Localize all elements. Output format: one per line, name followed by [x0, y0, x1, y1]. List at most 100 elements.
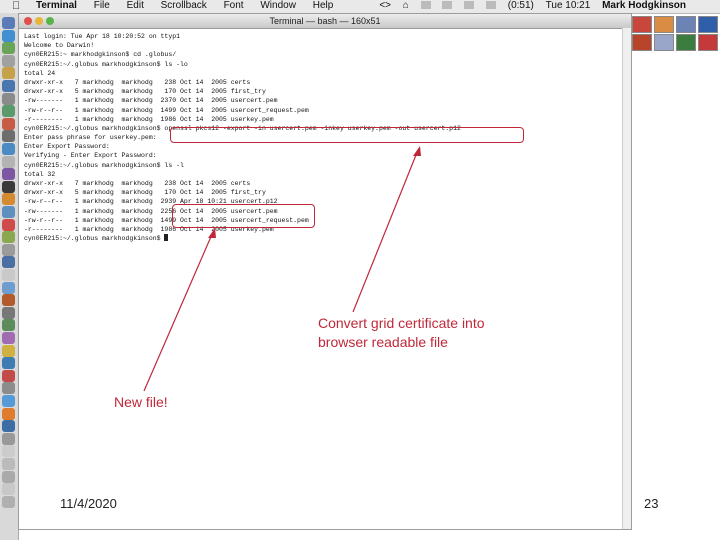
terminal-line: drwxr-xr-x 7 markhodg markhodg 238 Oct 1… [24, 78, 251, 86]
terminal-line: total 32 [24, 170, 56, 178]
dock-app-icon[interactable] [2, 357, 15, 370]
thumbnail-1[interactable] [632, 16, 652, 33]
dock-app-icon[interactable] [2, 294, 15, 307]
dock-app-icon[interactable] [2, 432, 15, 445]
menu-file[interactable]: File [94, 0, 110, 11]
dock-app-icon[interactable] [2, 105, 15, 118]
dock-app-icon[interactable] [2, 243, 15, 256]
terminal-line: Welcome to Darwin! [24, 42, 95, 50]
terminal-line: cyn0ER215:~/.globus markhodgkinson$ [24, 234, 631, 243]
dock-app-icon[interactable] [2, 92, 15, 105]
desktop-thumbnails [632, 14, 720, 54]
dock-app-icon[interactable] [2, 407, 15, 420]
new-file-highlight [172, 204, 315, 228]
terminal-line: cyn0ER215:~/.globus markhodgkinson$ ls -… [24, 161, 184, 169]
zoom-window-button[interactable] [46, 17, 54, 25]
new-file-note: New file! [114, 394, 168, 410]
terminal-line: -rw-r--r-- 1 markhodg markhodg 2939 Apr … [24, 198, 278, 206]
dock-app-icon[interactable] [2, 281, 15, 294]
home-menu-icon[interactable]: ⌂ [403, 0, 409, 11]
volume-icon[interactable] [485, 1, 496, 10]
dock-app-icon[interactable] [2, 306, 15, 319]
dock-app-icon[interactable] [2, 483, 15, 496]
user-menu[interactable]: Mark Hodgkinson [602, 0, 686, 11]
dock-app-icon[interactable] [2, 445, 15, 458]
dock [0, 13, 19, 540]
menu-window[interactable]: Window [260, 0, 296, 11]
apple-menu-icon[interactable]:  [12, 0, 20, 12]
terminal-line: -r-------- 1 markhodg markhodg 1986 Oct … [24, 225, 274, 233]
dock-app-icon[interactable] [2, 168, 15, 181]
dock-app-icon[interactable] [2, 269, 15, 281]
dock-app-icon[interactable] [2, 319, 15, 332]
menu-terminal[interactable]: Terminal [36, 0, 77, 11]
thumbnail-8[interactable] [698, 34, 718, 51]
menu-help[interactable]: Help [313, 0, 334, 11]
menu-scrollback[interactable]: Scrollback [161, 0, 207, 11]
terminal-line: drwxr-xr-x 5 markhodg markhodg 170 Oct 1… [24, 88, 266, 96]
terminal-line: -rw-r--r-- 1 markhodg markhodg 1499 Oct … [24, 106, 309, 114]
dock-app-icon[interactable] [2, 17, 15, 29]
terminal-line: -r-------- 1 markhodg markhodg 1986 Oct … [24, 115, 274, 123]
dock-app-icon[interactable] [2, 143, 15, 155]
dock-app-icon[interactable] [2, 382, 15, 395]
thumbnail-6[interactable] [654, 34, 674, 51]
dock-app-icon[interactable] [2, 458, 15, 470]
dock-app-icon[interactable] [2, 180, 15, 193]
script-menu-icon[interactable]: <> [379, 0, 391, 11]
dock-app-icon[interactable] [2, 218, 15, 231]
terminal-line: -rw------- 1 markhodg markhodg 2370 Oct … [24, 97, 278, 105]
terminal-line: Enter Export Password: [24, 143, 110, 151]
terminal-line: drwxr-xr-x 7 markhodg markhodg 238 Oct 1… [24, 180, 251, 187]
dock-app-icon[interactable] [2, 80, 15, 92]
dock-app-icon[interactable] [2, 54, 15, 67]
terminal-line: cyn0ER215:~/.globus markhodgkinson$ ls -… [24, 60, 188, 68]
dock-app-icon[interactable] [2, 67, 15, 80]
dock-app-icon[interactable] [2, 369, 15, 382]
thumbnail-3[interactable] [676, 16, 696, 33]
menu-bar:  Terminal File Edit Scrollback Font Win… [0, 0, 720, 14]
terminal-line: total 24 [24, 69, 56, 77]
terminal-scrollbar[interactable] [622, 28, 631, 529]
terminal-window: Terminal — bash — 160x51 Last login: Tue… [18, 13, 632, 530]
close-window-button[interactable] [24, 17, 32, 25]
dock-app-icon[interactable] [2, 29, 15, 42]
thumbnail-4[interactable] [698, 16, 718, 33]
thumbnail-7[interactable] [676, 34, 696, 51]
dock-app-icon[interactable] [2, 193, 15, 206]
dock-app-icon[interactable] [2, 256, 15, 269]
dock-app-icon[interactable] [2, 42, 15, 55]
battery-status[interactable]: (0:51) [508, 0, 534, 11]
wifi-icon[interactable] [464, 1, 475, 10]
dock-app-icon[interactable] [2, 420, 15, 433]
menu-clock[interactable]: Tue 10:21 [546, 0, 591, 11]
window-titlebar[interactable]: Terminal — bash — 160x51 [19, 14, 631, 29]
menu-extras: <> ⌂ (0:51) Tue 10:21 Mark Hodgkinson [370, 0, 686, 11]
thumbnail-5[interactable] [632, 34, 652, 51]
thumbnail-2[interactable] [654, 16, 674, 33]
terminal-line: drwxr-xr-x 5 markhodg markhodg 170 Oct 1… [24, 189, 266, 197]
terminal-line: cyn0ER215:~ markhodgkinson$ cd .globus/ [24, 51, 177, 59]
dock-app-icon[interactable] [2, 495, 15, 508]
dock-app-icon[interactable] [2, 395, 15, 407]
dock-app-icon[interactable] [2, 231, 15, 244]
dock-app-icon[interactable] [2, 344, 15, 357]
terminal-cursor [164, 234, 169, 242]
dock-app-icon[interactable] [2, 130, 15, 143]
dock-app-icon[interactable] [2, 470, 15, 483]
terminal-line: Last login: Tue Apr 18 10:20:52 on ttyp1 [24, 33, 181, 40]
bluetooth-icon[interactable] [442, 1, 453, 10]
terminal-line: -rw-r--r-- 1 markhodg markhodg 1499 Oct … [24, 216, 309, 224]
dock-app-icon[interactable] [2, 155, 15, 168]
terminal-line: Verifying - Enter Export Password: [24, 152, 157, 160]
dock-app-icon[interactable] [2, 117, 15, 130]
menu-font[interactable]: Font [224, 0, 244, 11]
dock-app-icon[interactable] [2, 332, 15, 344]
dock-app-icon[interactable] [2, 206, 15, 218]
footer-page-number: 23 [644, 496, 659, 511]
window-title: Terminal — bash — 160x51 [269, 16, 381, 26]
terminal-line: -rw------- 1 markhodg markhodg 2256 Oct … [24, 207, 278, 215]
minimize-window-button[interactable] [35, 17, 43, 25]
flag-icon[interactable] [420, 1, 431, 10]
menu-edit[interactable]: Edit [127, 0, 144, 11]
